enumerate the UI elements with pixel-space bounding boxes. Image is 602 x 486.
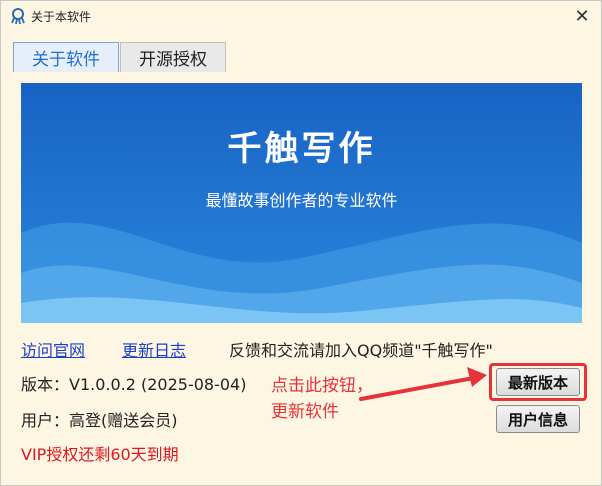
octopus-app-icon [9, 7, 27, 25]
banner-subtitle: 最懂故事创作者的专业软件 [205, 191, 398, 210]
links-row: 访问官网 更新日志 反馈和交流请加入QQ频道"千触写作" [21, 337, 591, 361]
close-icon: ✕ [574, 5, 590, 27]
website-link[interactable]: 访问官网 [21, 337, 85, 361]
tab-open-source[interactable]: 开源授权 [120, 42, 226, 72]
title-bar: 关于本软件 ✕ [1, 1, 601, 31]
about-dialog: 关于本软件 ✕ 关于软件 开源授权 千触写作 最懂故事创作者的专业软件 访问官网… [0, 0, 602, 486]
changelog-link[interactable]: 更新日志 [122, 337, 186, 361]
user-info-button[interactable]: 用户信息 [496, 405, 580, 433]
user-label: 用户：高登(赠送会员) [21, 411, 178, 430]
banner-title: 千触写作 [227, 129, 376, 169]
version-label: 版本：V1.0.0.2 (2025-08-04) [21, 375, 247, 394]
latest-version-button[interactable]: 最新版本 [496, 368, 580, 396]
window-title: 关于本软件 [31, 10, 92, 24]
tab-about[interactable]: 关于软件 [13, 42, 119, 72]
close-button[interactable]: ✕ [567, 3, 597, 29]
annotation-line-2: 更新软件 [271, 402, 339, 422]
annotation-text: 点击此按钮， 更新软件 [271, 373, 373, 425]
tab-strip: 关于软件 开源授权 [13, 42, 413, 72]
feedback-text: 反馈和交流请加入QQ频道"千触写作" [229, 341, 493, 360]
annotation-line-1: 点击此按钮， [271, 376, 373, 396]
vip-expiry-label: VIP授权还剩60天到期 [21, 445, 179, 464]
product-banner: 千触写作 最懂故事创作者的专业软件 [21, 83, 582, 323]
